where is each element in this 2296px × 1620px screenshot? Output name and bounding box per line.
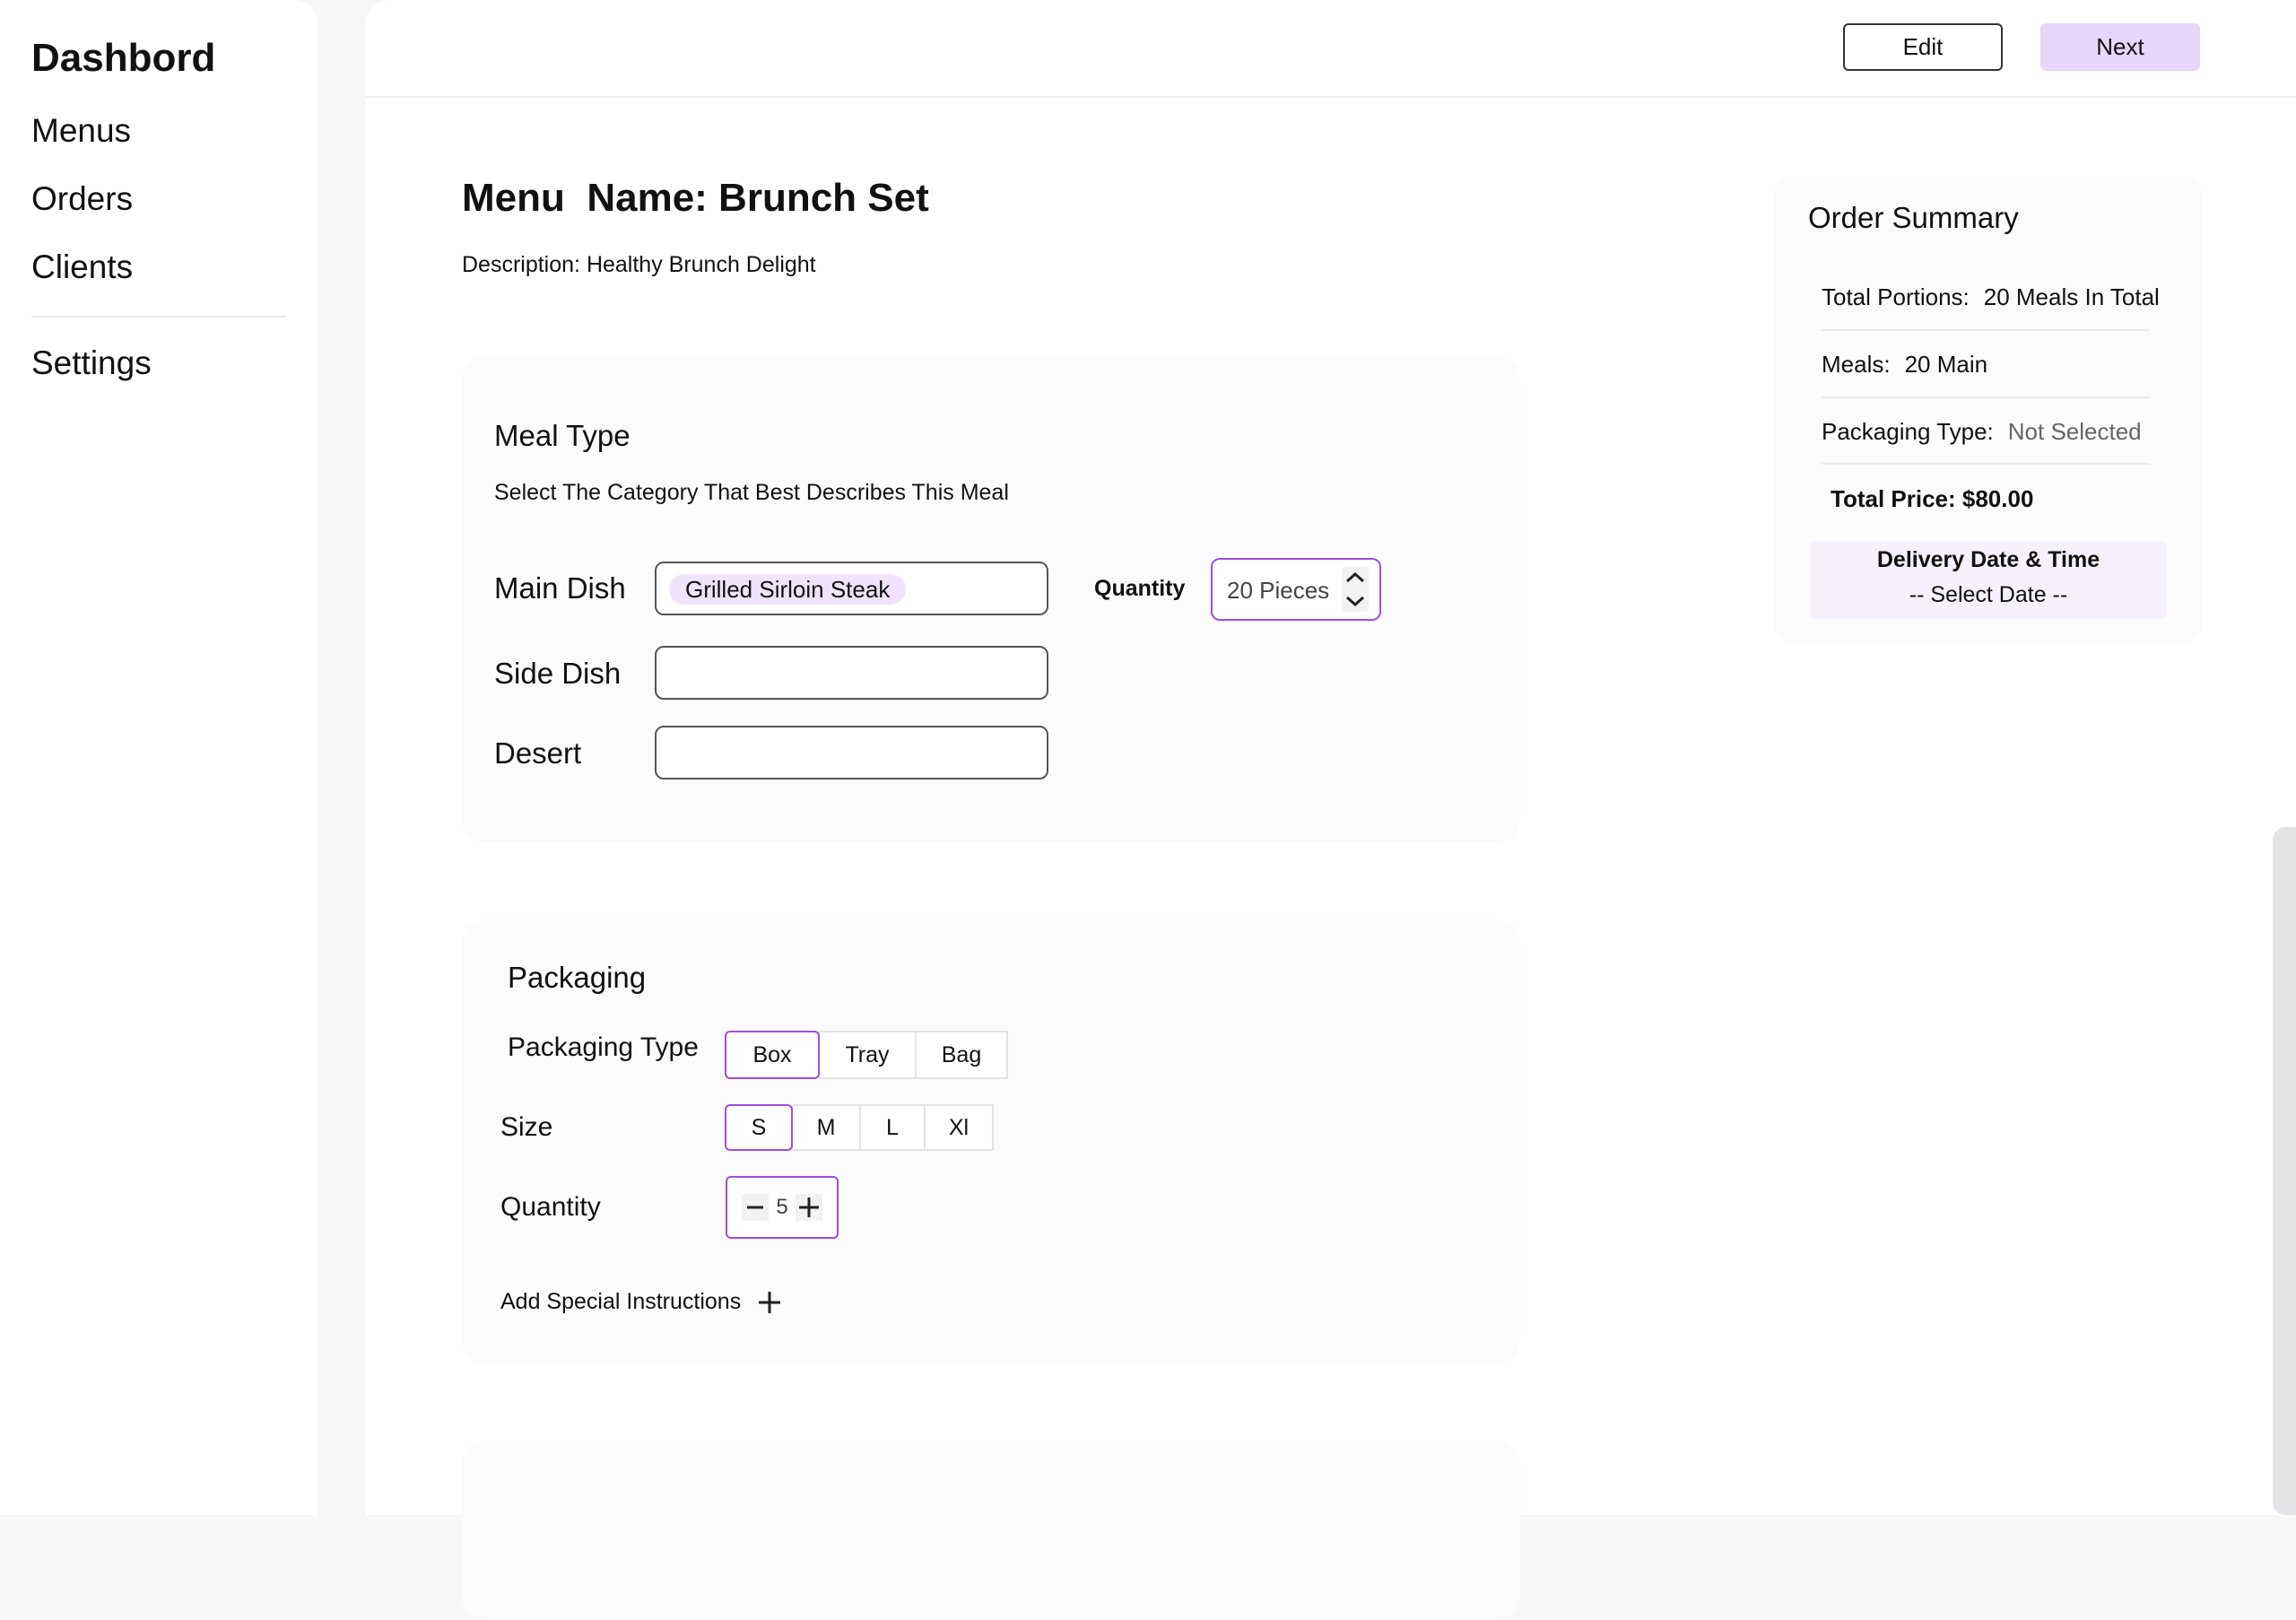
order-summary: Order Summary Total Portions: 20 Meals In… [1774, 176, 2202, 644]
next-button[interactable]: Next [2040, 23, 2200, 71]
side-dish-label: Side Dish [494, 657, 622, 690]
plus-icon [799, 1198, 819, 1217]
quantity-value: 20 Pieces [1227, 577, 1330, 604]
summary-packaging-value: Not Selected [2007, 418, 2142, 445]
meals-row: Meals: 20 Main [1822, 351, 1987, 379]
packaging-quantity-value: 5 [776, 1195, 788, 1219]
sidebar-item-menus[interactable]: Menus [31, 112, 131, 150]
minus-icon [747, 1206, 763, 1209]
main-panel: Edit Next Menu Name: Brunch Set Descript… [366, 0, 2296, 1620]
packaging-title: Packaging [508, 961, 647, 994]
meal-type-subtitle: Select The Category That Best Describes … [494, 480, 1009, 505]
packaging-quantity-stepper[interactable]: 5 [726, 1176, 839, 1239]
special-instructions-label: Add Special Instructions [500, 1289, 742, 1314]
increment-button[interactable] [796, 1194, 822, 1221]
page-title: Menu Name: Brunch Set [462, 176, 929, 220]
summary-packaging-label: Packaging Type: [1822, 418, 1994, 445]
plus-icon [759, 1291, 781, 1313]
side-dish-input[interactable] [655, 646, 1048, 700]
quantity-stepper[interactable]: 20 Pieces [1211, 558, 1381, 621]
total-portions-label: Total Portions: [1822, 283, 1970, 310]
summary-divider [1822, 396, 2150, 398]
sidebar: Dashbord Menus Orders Clients Settings [0, 0, 317, 1515]
packaging-type-tray[interactable]: Tray [818, 1031, 917, 1079]
packaging-type-label: Packaging Type [508, 1032, 699, 1062]
total-portions-row: Total Portions: 20 Meals In Total [1822, 283, 2160, 311]
delivery-card [462, 1441, 1520, 1620]
size-l[interactable]: L [859, 1104, 926, 1151]
summary-divider [1822, 463, 2150, 465]
packaging-quantity-label: Quantity [500, 1192, 601, 1222]
meals-label: Meals: [1822, 351, 1891, 378]
quantity-arrows[interactable] [1342, 567, 1369, 612]
total-portions-value: 20 Meals In Total [1983, 283, 2160, 310]
size-s[interactable]: S [725, 1104, 793, 1151]
delivery-title: Delivery Date & Time [1876, 547, 2100, 572]
packaging-type-box[interactable]: Box [725, 1031, 820, 1079]
scrollbar[interactable] [2273, 827, 2296, 1515]
size-m[interactable]: M [791, 1104, 861, 1151]
meals-value: 20 Main [1904, 351, 1988, 378]
sidebar-item-orders[interactable]: Orders [31, 180, 133, 218]
edit-button[interactable]: Edit [1843, 23, 2003, 71]
desert-input[interactable] [655, 726, 1048, 780]
packaging-type-row: Packaging Type: Not Selected [1822, 418, 2142, 446]
main-dish-label: Main Dish [494, 571, 626, 605]
sidebar-item-settings[interactable]: Settings [31, 344, 152, 382]
menu-description: Description: Healthy Brunch Delight [462, 252, 816, 277]
sidebar-item-clients[interactable]: Clients [31, 248, 133, 286]
add-special-instructions-button[interactable]: Add Special Instructions [500, 1289, 782, 1315]
top-bar: Edit Next [366, 0, 2296, 98]
main-dish-chip[interactable]: Grilled Sirloin Steak [669, 574, 907, 605]
packaging-type-selector: Box Tray Bag [725, 1031, 1008, 1079]
main-dish-input[interactable]: Grilled Sirloin Steak [655, 562, 1048, 615]
quantity-label: Quantity [1094, 576, 1186, 601]
delivery-date-picker[interactable]: Delivery Date & Time -- Select Date -- [1810, 542, 2167, 619]
delivery-date-value: -- Select Date -- [1909, 582, 2068, 607]
packaging-type-bag[interactable]: Bag [915, 1031, 1008, 1079]
decrement-button[interactable] [742, 1194, 769, 1221]
meal-type-title: Meal Type [494, 419, 631, 452]
sidebar-divider [31, 316, 286, 318]
total-price: Total Price: $80.00 [1831, 485, 2034, 512]
size-xl[interactable]: Xl [924, 1104, 994, 1151]
chevron-up-down-icon [1346, 571, 1364, 607]
sidebar-title[interactable]: Dashbord [31, 36, 215, 81]
summary-divider [1822, 329, 2150, 331]
desert-label: Desert [494, 736, 582, 770]
order-summary-title: Order Summary [1808, 201, 2019, 234]
size-label: Size [500, 1112, 553, 1142]
size-selector: S M L Xl [725, 1104, 994, 1151]
